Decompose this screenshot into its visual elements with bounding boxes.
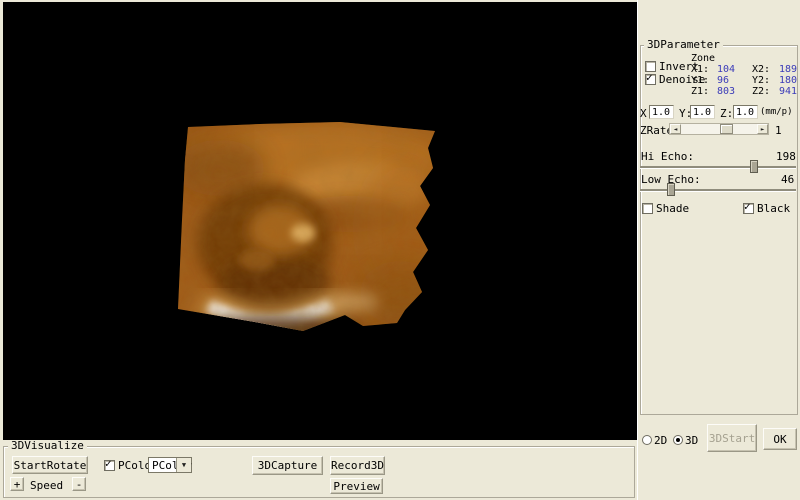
dropdown-arrow-icon[interactable]: ▼ [176, 458, 191, 472]
zone-z1-label: Z1: [691, 86, 709, 97]
shade-label: Shade [656, 203, 689, 214]
scale-y-input[interactable] [690, 105, 715, 119]
3dparameter-group-title: 3DParameter [644, 39, 723, 50]
3dparameter-groupbox [640, 45, 798, 415]
radio-2d-label: 2D [654, 435, 667, 446]
render-viewport[interactable] [3, 2, 637, 440]
checkmark-icon: ✓ [646, 72, 653, 83]
zone-z1-value: 803 [717, 86, 735, 97]
zrate-scrollbar[interactable]: ◄ ► [669, 123, 769, 135]
zone-z2-value: 941 [779, 86, 797, 97]
ok-button[interactable]: OK [763, 428, 797, 450]
zone-x1-label: X1: [691, 64, 709, 75]
scale-z-input[interactable] [733, 105, 758, 119]
parameter-panel: 3DParameter Invert ✓ Denoise Zone X1: 10… [637, 0, 800, 500]
speed-minus-button[interactable]: - [72, 477, 86, 491]
visualize-panel: 3DVisualize StartRotate + Speed - ✓ PCol… [0, 440, 637, 500]
radio-dot-icon [676, 438, 680, 442]
zone-y2-value: 180 [779, 75, 797, 86]
denoise-checkbox[interactable]: ✓ [645, 74, 656, 85]
pcolor-checkbox[interactable]: ✓ [104, 460, 115, 471]
start-rotate-button[interactable]: StartRotate [12, 456, 88, 474]
zone-z2-label: Z2: [752, 86, 770, 97]
hi-echo-slider-track[interactable] [640, 166, 796, 168]
zone-y1-label: Y1: [691, 75, 709, 86]
checkmark-icon: ✓ [744, 201, 751, 212]
3dvisualize-group-title: 3DVisualize [8, 440, 87, 451]
zone-y1-value: 96 [717, 75, 729, 86]
3dstart-button[interactable]: 3DStart [707, 424, 757, 452]
shade-checkbox[interactable] [642, 203, 653, 214]
radio-3d-label: 3D [685, 435, 698, 446]
zone-y2-label: Y2: [752, 75, 770, 86]
scroll-right-icon[interactable]: ► [757, 124, 768, 134]
low-echo-value: 46 [781, 174, 794, 185]
hi-echo-value: 198 [776, 151, 796, 162]
ultrasound-volume-image [165, 108, 445, 348]
zrate-value: 1 [775, 125, 782, 136]
record3d-button[interactable]: Record3D [330, 456, 385, 475]
zone-title: Zone [691, 53, 715, 64]
app-window: { "right_panel": { "group_title": "3DPar… [0, 0, 800, 500]
pcolor-dropdown[interactable]: PColor ▼ [148, 457, 192, 473]
speed-plus-button[interactable]: + [10, 477, 24, 491]
speed-label: Speed [30, 480, 63, 491]
black-checkbox[interactable]: ✓ [743, 203, 754, 214]
low-echo-slider-track[interactable] [640, 189, 796, 191]
hi-echo-label: Hi Echo: [641, 151, 694, 162]
black-label: Black [757, 203, 790, 214]
preview-button[interactable]: Preview [330, 478, 383, 494]
radio-3d[interactable] [673, 435, 683, 445]
zone-x1-value: 104 [717, 64, 735, 75]
scale-z-label: Z: [720, 108, 733, 119]
zrate-scrollbar-thumb[interactable] [720, 124, 733, 134]
scale-x-input[interactable] [649, 105, 674, 119]
3dcapture-button[interactable]: 3DCapture [252, 456, 323, 475]
zone-x2-value: 189 [779, 64, 797, 75]
scale-unit-label: (mm/p) [760, 107, 793, 118]
low-echo-slider-thumb[interactable] [667, 183, 675, 196]
hi-echo-slider-thumb[interactable] [750, 160, 758, 173]
checkmark-icon: ✓ [105, 458, 112, 469]
zone-x2-label: X2: [752, 64, 770, 75]
radio-2d[interactable] [642, 435, 652, 445]
scroll-left-icon[interactable]: ◄ [670, 124, 681, 134]
